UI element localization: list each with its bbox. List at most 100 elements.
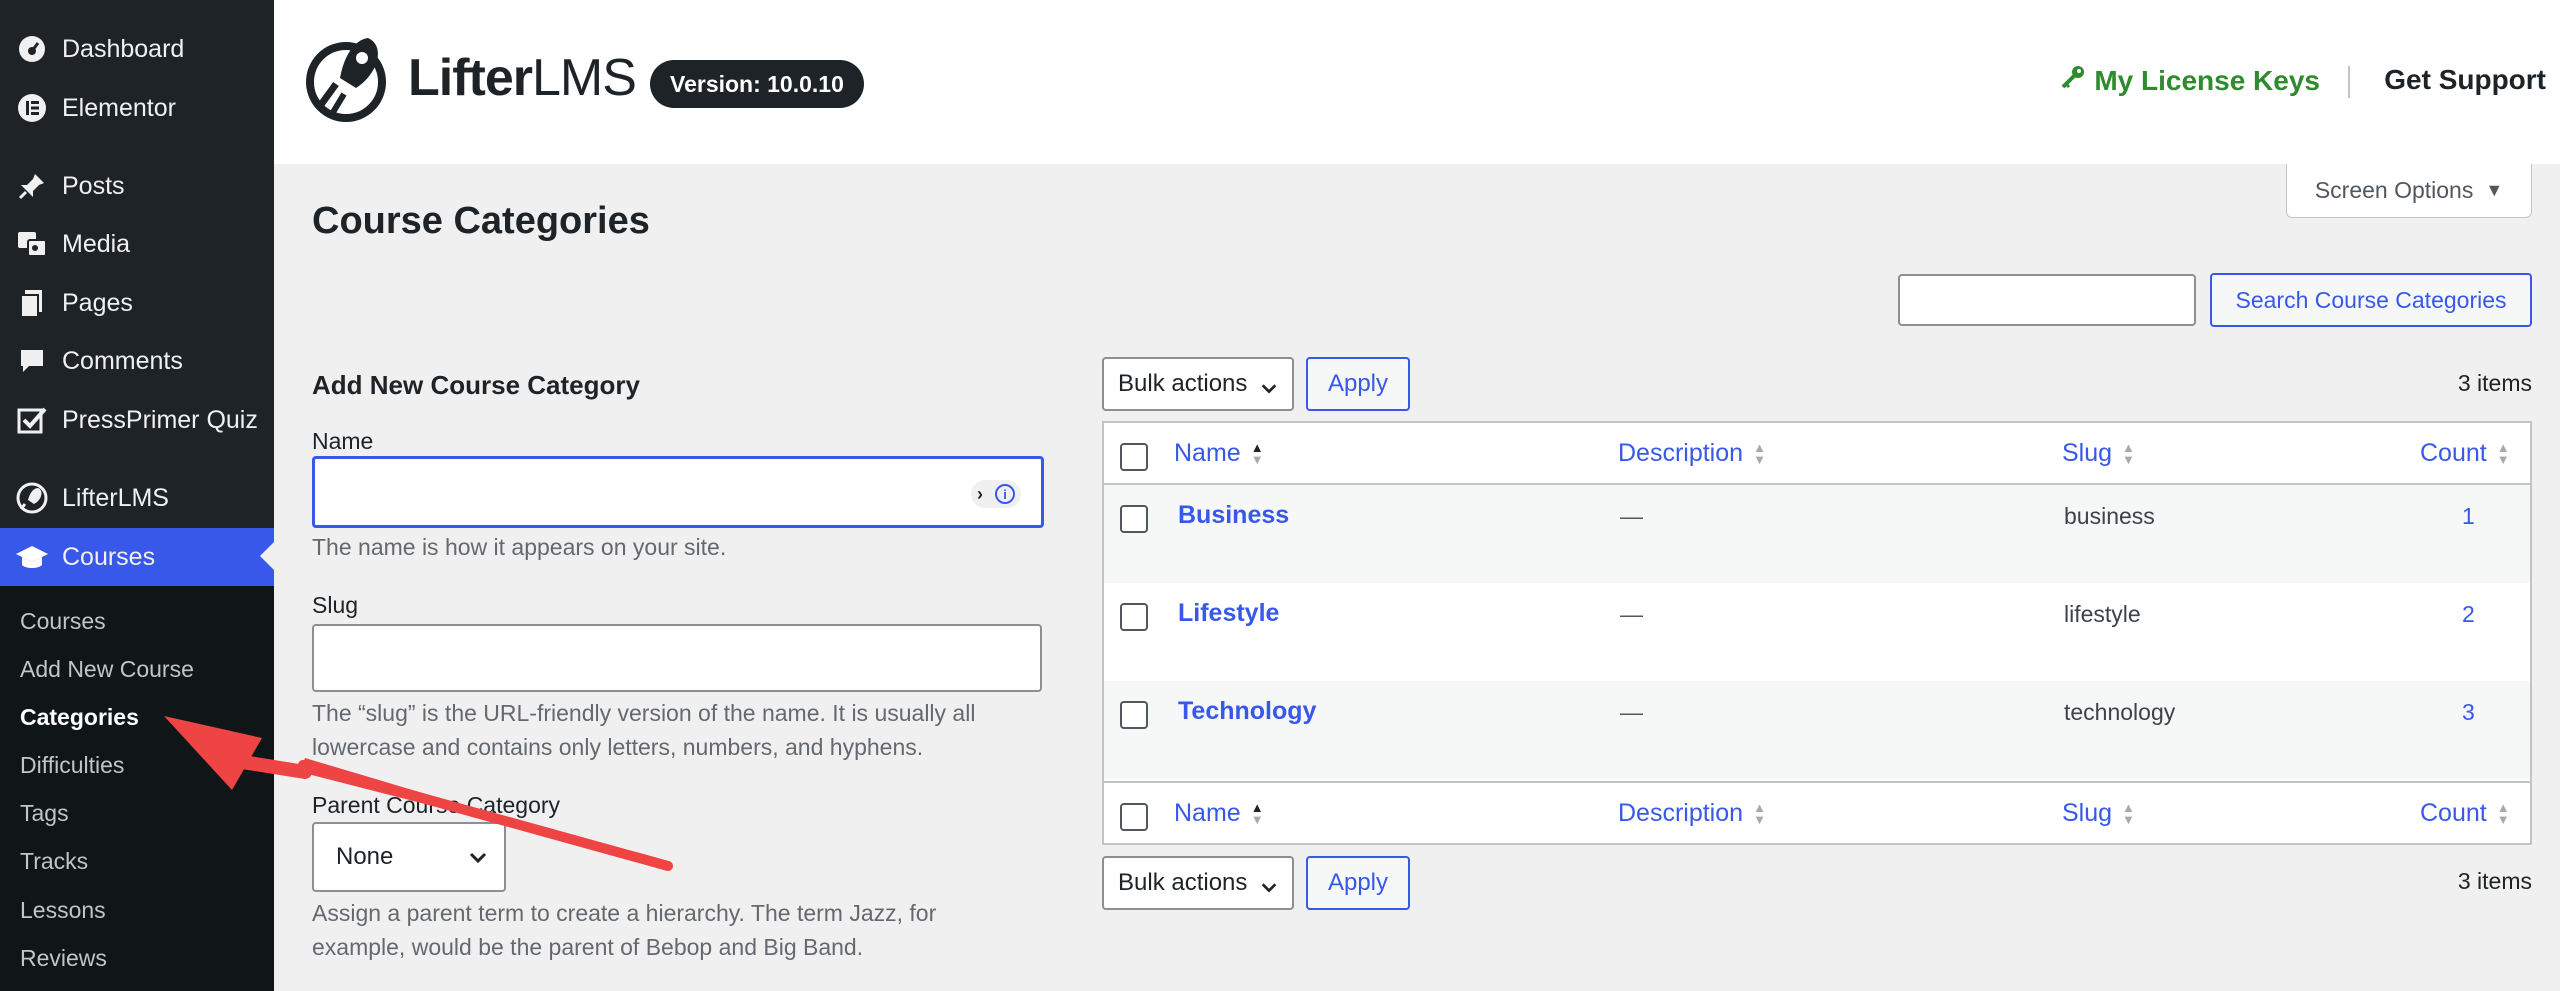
menu-item-posts[interactable]: Posts [0,158,274,214]
table-header: Name ▲ ▼ Description ▲ ▼ Slug ▲ ▼ Count ▲ ▼ [1104,423,2530,485]
category-description: — [1620,699,1643,725]
column-footer-description[interactable]: Description ▲ ▼ [1618,799,1766,828]
bulk-actions-select-top[interactable]: Bulk actions [1102,357,1294,411]
sort-icon: ▲ ▼ [2496,799,2510,827]
row-checkbox[interactable] [1120,603,1148,631]
table-row: Lifestyle — lifestyle 2 [1104,583,2530,681]
checkbox-icon [14,402,50,438]
admin-sidebar: Dashboard Elementor Posts Media Pages Co… [0,0,274,991]
menu-item-label: Pages [62,288,133,317]
sort-icon: ▲ ▼ [2122,799,2135,827]
submenu-item-add-new-course[interactable]: Add New Course [20,656,194,683]
rocket-icon [14,480,50,516]
category-slug: business [2064,503,2155,529]
table-row: Business — business 1 [1104,485,2530,583]
chevron-down-icon [1260,376,1278,404]
category-count-link[interactable]: 3 [2462,699,2475,726]
category-name-link[interactable]: Technology [1178,697,1316,726]
column-header-name[interactable]: Name ▲ ▼ [1174,439,1264,468]
bulk-actions-select-bottom[interactable]: Bulk actions [1102,856,1294,910]
submenu-item-tags[interactable]: Tags [20,800,69,827]
submenu-item-courses[interactable]: Courses [20,608,106,635]
search-input[interactable] [1898,274,2196,326]
media-icon [14,226,50,262]
chevron-down-icon [1260,875,1278,903]
menu-item-label: Elementor [62,93,176,122]
submenu-item-difficulties[interactable]: Difficulties [20,752,124,779]
category-count-link[interactable]: 2 [2462,601,2475,628]
name-label: Name [312,428,374,454]
menu-item-label: Dashboard [62,34,185,63]
graduation-cap-icon [14,539,50,575]
bulk-actions-label: Bulk actions [1118,370,1248,397]
category-description: — [1620,503,1643,529]
search-course-categories-button[interactable]: Search Course Categories [2210,273,2532,327]
menu-item-lifterlms[interactable]: LifterLMS [0,470,274,526]
lifterlms-logo-text: LifterLMS [408,49,637,107]
menu-item-label: PressPrimer Quiz [62,405,258,434]
sort-icon: ▲ ▼ [1250,439,1264,467]
name-input[interactable]: › i [312,456,1044,528]
get-support-link[interactable]: Get Support [2384,64,2546,96]
submenu-item-lessons[interactable]: Lessons [20,897,106,924]
menu-item-label: LifterLMS [62,483,169,512]
pages-icon [14,285,50,321]
submenu-item-categories[interactable]: Categories [20,704,139,731]
sort-icon: ▲ ▼ [1753,799,1766,827]
slug-label: Slug [312,592,359,618]
category-slug: technology [2064,699,2176,725]
apply-button-bottom[interactable]: Apply [1306,856,1410,910]
category-name-link[interactable]: Business [1178,501,1289,530]
menu-item-courses[interactable]: Courses [0,528,274,586]
comment-icon [14,343,50,379]
dashboard-icon [14,31,50,67]
sort-icon: ▲ ▼ [1753,439,1766,467]
page-title: Course Categories [312,200,650,242]
column-footer-slug[interactable]: Slug ▲ ▼ [2062,799,2135,828]
menu-item-elementor[interactable]: Elementor [0,80,274,136]
header-divider [2348,66,2350,98]
elementor-icon [14,90,50,126]
parent-category-label: Parent Course Category [312,792,561,818]
column-header-description[interactable]: Description ▲ ▼ [1618,439,1766,468]
submenu-item-reviews[interactable]: Reviews [20,945,107,972]
caret-down-icon: ▼ [2485,180,2504,200]
parent-category-select[interactable]: None [312,822,506,892]
name-description: The name is how it appears on your site. [312,534,727,560]
select-all-checkbox[interactable] [1120,443,1148,471]
category-description: — [1620,601,1643,627]
row-checkbox[interactable] [1120,701,1148,729]
apply-button-top[interactable]: Apply [1306,357,1410,411]
menu-item-comments[interactable]: Comments [0,333,274,389]
categories-table: Name ▲ ▼ Description ▲ ▼ Slug ▲ ▼ Count ▲ ▼ … [1102,421,2532,845]
items-count-top: 3 items [2457,370,2532,396]
menu-item-dashboard[interactable]: Dashboard [0,21,274,77]
column-header-count[interactable]: Count ▲ ▼ [2420,439,2510,468]
slug-input[interactable] [312,624,1042,692]
row-checkbox[interactable] [1120,505,1148,533]
license-keys-label: My License Keys [2094,64,2320,96]
password-manager-icon[interactable]: › i [971,480,1021,508]
select-all-checkbox-bottom[interactable] [1120,803,1148,831]
column-footer-name[interactable]: Name ▲ ▼ [1174,799,1264,828]
menu-item-label: Media [62,229,131,258]
category-name-link[interactable]: Lifestyle [1178,599,1279,628]
category-slug: lifestyle [2064,601,2141,627]
category-count-link[interactable]: 1 [2462,503,2475,530]
bulk-actions-label: Bulk actions [1118,869,1248,896]
menu-item-pages[interactable]: Pages [0,275,274,331]
column-footer-count[interactable]: Count ▲ ▼ [2420,799,2510,828]
screen-options-button[interactable]: Screen Options ▼ [2286,164,2532,218]
chevron-down-icon [468,846,488,874]
column-header-slug[interactable]: Slug ▲ ▼ [2062,439,2135,468]
plugin-header: LifterLMS Version: 10.0.10 My License Ke… [274,0,2560,164]
submenu-item-tracks[interactable]: Tracks [20,848,88,875]
items-count-bottom: 3 items [2457,868,2532,894]
courses-submenu: Courses Add New Course Categories Diffic… [0,586,274,991]
parent-category-value: None [336,843,394,870]
key-icon [2060,64,2086,97]
menu-item-media[interactable]: Media [0,216,274,272]
license-keys-link[interactable]: My License Keys [2060,64,2320,97]
menu-item-pressprimer-quiz[interactable]: PressPrimer Quiz [0,392,274,448]
parent-category-description: Assign a parent term to create a hierarc… [312,900,937,960]
